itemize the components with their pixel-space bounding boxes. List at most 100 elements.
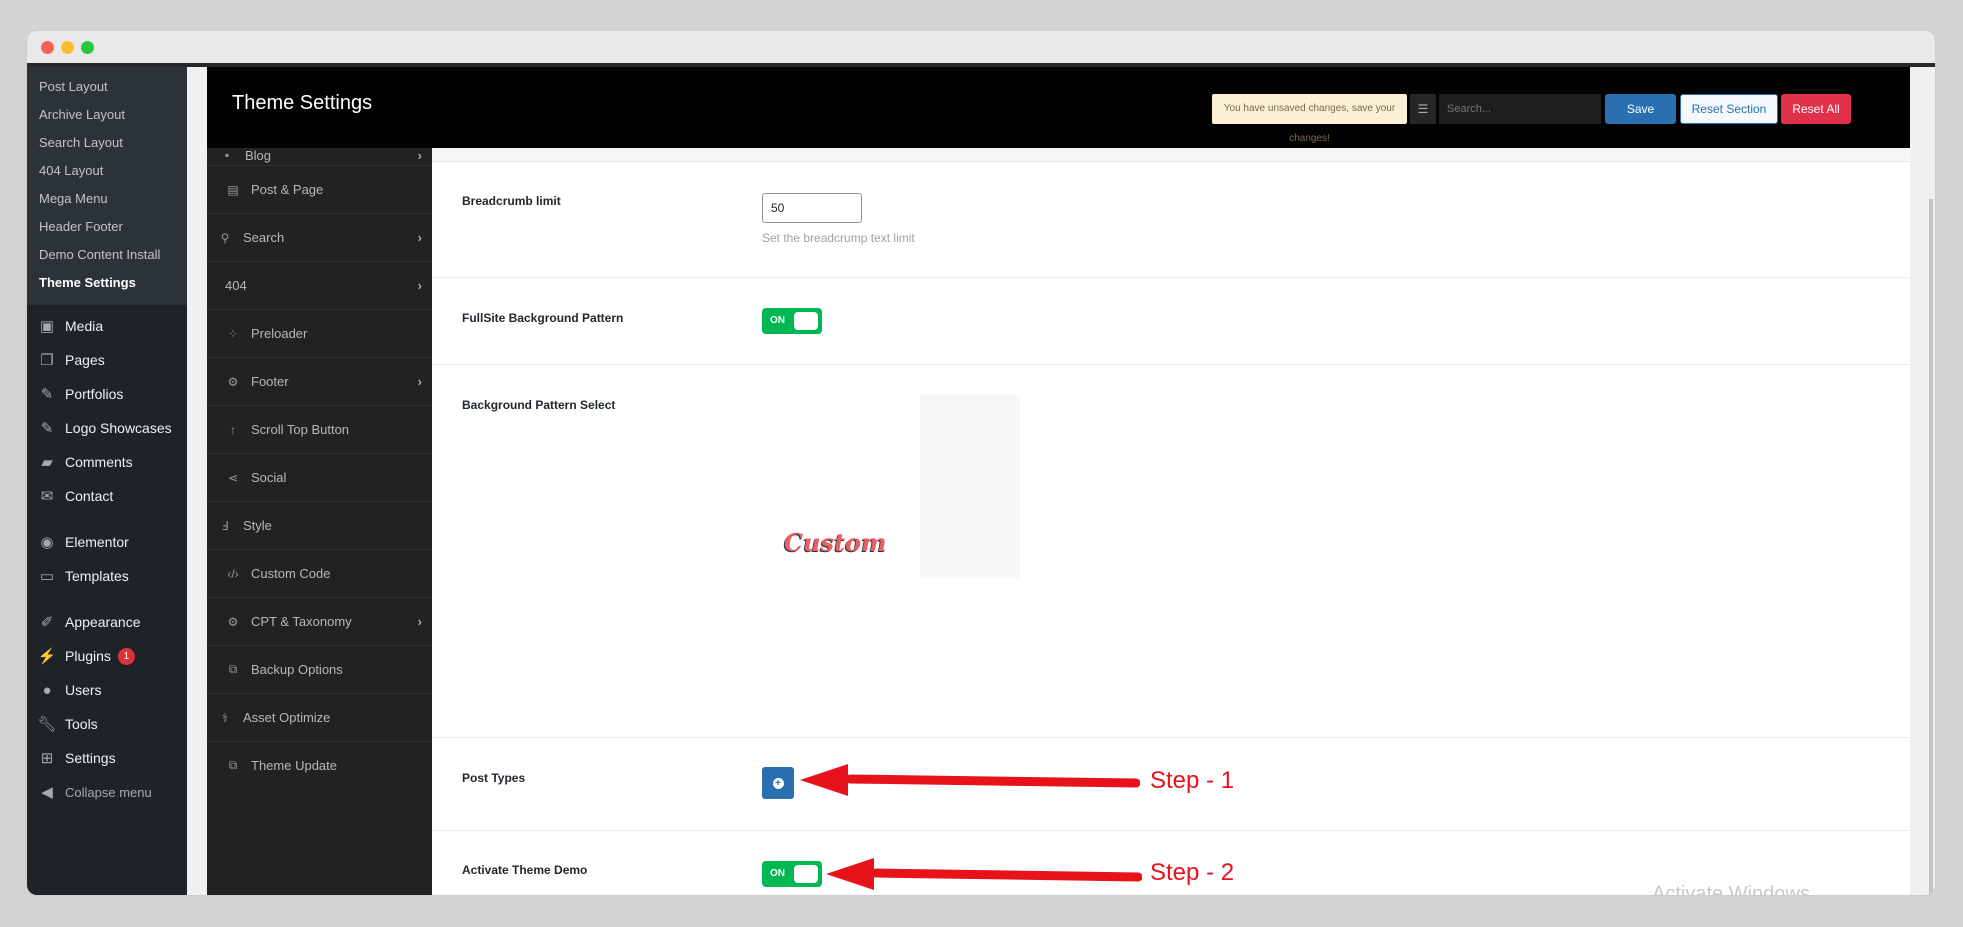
scrollbar-thumb[interactable] (1929, 199, 1933, 895)
options-item-404[interactable]: 404 › (207, 262, 432, 310)
field-fullsite-bg-pattern: FullSite Background Pattern ON (432, 278, 1910, 365)
options-item-search[interactable]: ⚲ Search › (207, 214, 432, 262)
options-item-custom-code[interactable]: ‹/› Custom Code (207, 550, 432, 598)
gear-icon: ⚙ (227, 614, 239, 629)
options-item-asset-optimize[interactable]: ⚕ Asset Optimize (207, 694, 432, 742)
breadcrumb-limit-input[interactable] (762, 193, 862, 223)
options-item-backup-options[interactable]: ⧉ Backup Options (207, 646, 432, 694)
toggle-knob (794, 865, 818, 883)
options-item-post-page[interactable]: ▤ Post & Page (207, 166, 432, 214)
fullsite-bg-pattern-toggle[interactable]: ON (762, 308, 822, 334)
chevron-right-icon: › (417, 278, 422, 293)
plugins-update-badge: 1 (117, 647, 135, 665)
media-icon: ▣ (39, 318, 55, 335)
chevron-right-icon: › (417, 374, 422, 389)
css3-icon: Ⅎ (221, 518, 229, 533)
wrench-icon: 🔧︎ (37, 716, 57, 733)
options-item-label: Style (243, 518, 272, 533)
menu-plugins[interactable]: ⚡ Plugins 1 (27, 639, 187, 673)
share-icon: ⋖ (227, 470, 239, 485)
options-item-label: CPT & Taxonomy (251, 614, 352, 629)
menu-templates[interactable]: ▭ Templates (27, 559, 187, 593)
field-label: Activate Theme Demo (462, 863, 588, 877)
pattern-option-custom[interactable]: Custom (784, 528, 887, 557)
stethoscope-icon: ⚕ (221, 710, 229, 725)
close-window-button[interactable] (41, 41, 54, 54)
menu-label: Plugins (65, 648, 111, 664)
field-label: FullSite Background Pattern (462, 311, 624, 325)
options-content: Breadcrumb limit Set the breadcrump text… (432, 148, 1910, 895)
menu-label: Pages (65, 352, 105, 368)
menu-contact[interactable]: ✉ Contact (27, 479, 187, 513)
options-item-cpt-taxonomy[interactable]: ⚙ CPT & Taxonomy › (207, 598, 432, 646)
options-item-label: Theme Update (251, 758, 337, 773)
options-item-preloader[interactable]: ⁘ Preloader (207, 310, 432, 358)
spinner-icon: ⁘ (227, 326, 239, 341)
menu-comments[interactable]: ▰ Comments (27, 445, 187, 479)
pattern-preview[interactable] (920, 395, 1020, 578)
appearance-submenu: Post Layout Archive Layout Search Layout… (27, 67, 187, 305)
search-input[interactable] (1439, 94, 1601, 124)
submenu-header-footer[interactable]: Header Footer (27, 213, 187, 241)
submenu-search-layout[interactable]: Search Layout (27, 129, 187, 157)
options-item-footer[interactable]: ⚙ Footer › (207, 358, 432, 406)
field-description: Set the breadcrump text limit (762, 231, 915, 245)
menu-settings[interactable]: ⊞ Settings (27, 741, 187, 775)
options-item-theme-update[interactable]: ⧉ Theme Update (207, 742, 432, 789)
reset-all-button[interactable]: Reset All (1781, 94, 1851, 124)
options-item-label: Post & Page (251, 182, 324, 197)
arrow-up-icon: ↑ (230, 422, 236, 437)
save-button[interactable]: Save (1605, 94, 1676, 124)
options-item-label: Scroll Top Button (251, 422, 350, 437)
menu-logo-showcases[interactable]: ✎ Logo Showcases (27, 411, 187, 445)
folder-icon: ▭ (39, 568, 55, 585)
submenu-post-layout[interactable]: Post Layout (27, 73, 187, 101)
options-item-label: Backup Options (251, 662, 343, 677)
options-item-blog[interactable]: ▪ Blog › (207, 148, 432, 166)
submenu-theme-settings[interactable]: Theme Settings (27, 269, 187, 297)
menu-label: Tools (65, 716, 98, 732)
options-item-style[interactable]: Ⅎ Style (207, 502, 432, 550)
menu-media[interactable]: ▣ Media (27, 309, 187, 343)
archive-icon: ▪ (224, 148, 230, 162)
content-top-shade (432, 148, 1910, 162)
options-item-label: 404 (225, 278, 247, 293)
minimize-window-button[interactable] (61, 41, 74, 54)
step1-annotation: Step - 1 (1150, 767, 1235, 794)
menu-label: Comments (65, 454, 133, 470)
menu-label: Settings (65, 750, 116, 766)
submenu-mega-menu[interactable]: Mega Menu (27, 185, 187, 213)
options-item-scroll-top[interactable]: ↑ Scroll Top Button (207, 406, 432, 454)
chevron-right-icon: › (417, 230, 422, 245)
collapse-menu-button[interactable]: ◀ Collapse menu (27, 775, 187, 809)
menu-appearance[interactable]: ✐ Appearance (27, 605, 187, 639)
menu-tools[interactable]: 🔧︎ Tools (27, 707, 187, 741)
collapse-icon: ◀ (41, 784, 53, 801)
menu-pages[interactable]: ❐ Pages (27, 343, 187, 377)
add-post-type-button[interactable]: + (762, 767, 794, 799)
submenu-archive-layout[interactable]: Archive Layout (27, 101, 187, 129)
unsaved-changes-notice: You have unsaved changes, save your chan… (1212, 94, 1407, 144)
options-item-social[interactable]: ⋖ Social (207, 454, 432, 502)
expand-options-button[interactable]: ☰ (1410, 94, 1436, 124)
pin-icon: ✎ (40, 386, 54, 403)
menu-label: Contact (65, 488, 114, 504)
plug-icon: ⚡ (37, 648, 57, 665)
activate-theme-demo-toggle[interactable]: ON (762, 861, 822, 887)
reset-section-button[interactable]: Reset Section (1680, 94, 1778, 124)
toggle-state: ON (770, 868, 785, 879)
submenu-demo-content-install[interactable]: Demo Content Install (27, 241, 187, 269)
maximize-window-button[interactable] (81, 41, 94, 54)
menu-portfolios[interactable]: ✎ Portfolios (27, 377, 187, 411)
options-sidebar: ▪ Blog › ▤ Post & Page ⚲ Search › 404 › ⁘ Prelo… (207, 148, 432, 895)
menu-label: Media (65, 318, 104, 334)
submenu-404-layout[interactable]: 404 Layout (27, 157, 187, 185)
wp-admin-sidebar: Post Layout Archive Layout Search Layout… (27, 67, 187, 895)
code-icon: ‹/› (227, 566, 239, 581)
paintbrush-icon: ✐ (40, 614, 54, 631)
menu-elementor[interactable]: ◉ Elementor (27, 525, 187, 559)
menu-label: Users (65, 682, 102, 698)
mail-icon: ✉ (40, 488, 54, 505)
menu-users[interactable]: ● Users (27, 673, 187, 707)
external-icon: ⧉ (228, 758, 238, 772)
